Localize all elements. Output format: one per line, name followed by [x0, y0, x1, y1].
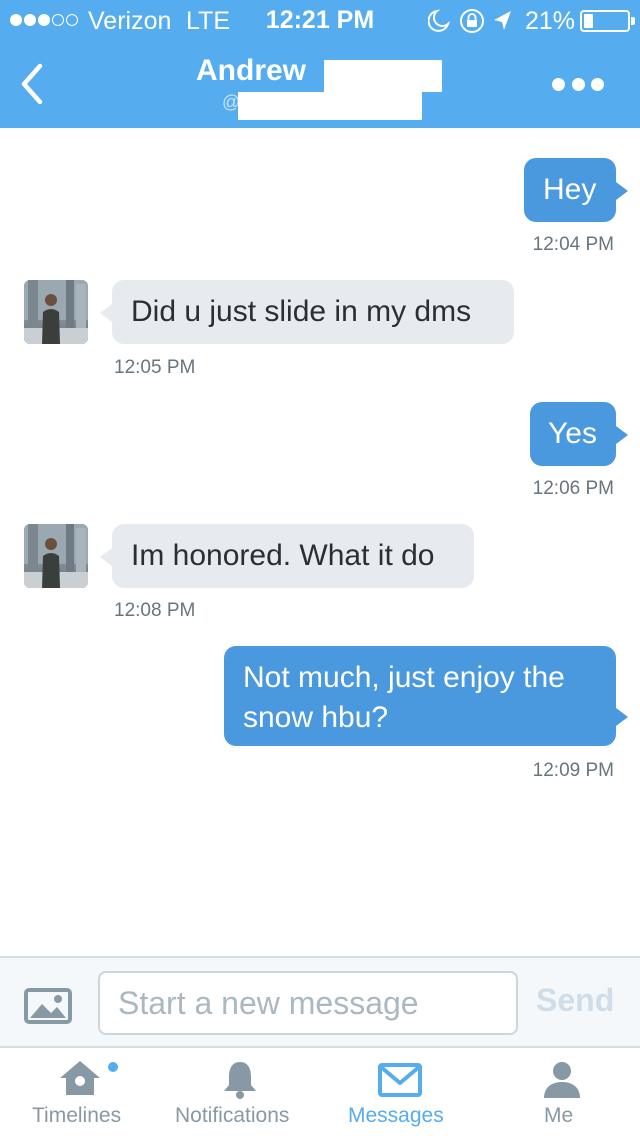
message-timestamp: 12:05 PM	[114, 357, 196, 378]
tab-label: Messages	[348, 1104, 444, 1127]
message-timestamp: 12:06 PM	[532, 478, 614, 499]
battery-icon	[580, 10, 635, 32]
location-arrow-icon	[494, 11, 511, 30]
avatar[interactable]	[24, 524, 88, 588]
message-text: Not much, just enjoy the snow hbu?	[243, 661, 565, 734]
contact-photo	[24, 524, 88, 588]
chevron-left-icon	[21, 63, 43, 105]
add-photo-button[interactable]	[24, 988, 72, 1024]
envelope-icon	[378, 1063, 422, 1097]
incoming-message-bubble[interactable]: Did u just slide in my dms	[112, 280, 514, 344]
send-button[interactable]: Send	[536, 982, 614, 1019]
tab-label: Me	[544, 1104, 574, 1127]
message-timestamp: 12:08 PM	[114, 600, 196, 621]
tab-notifications[interactable]: Notifications	[160, 1048, 320, 1136]
tab-label: Notifications	[175, 1104, 290, 1127]
bubble-tail	[100, 304, 112, 322]
status-indicators	[428, 9, 511, 33]
bubble-tail	[616, 426, 628, 444]
redacted-name-block	[324, 60, 442, 92]
message-text: Hey	[543, 173, 597, 206]
bell-icon	[224, 1062, 256, 1099]
more-options-button[interactable]	[552, 76, 604, 92]
person-icon	[544, 1062, 580, 1098]
tab-label: Timelines	[32, 1104, 122, 1127]
incoming-message-bubble[interactable]: Im honored. What it do	[112, 524, 474, 588]
do-not-disturb-moon-icon	[428, 9, 451, 32]
bubble-tail	[100, 548, 112, 566]
bubble-tail	[616, 182, 628, 200]
bubble-tail	[616, 708, 628, 726]
message-timestamp: 12:04 PM	[532, 234, 614, 255]
more-dots-icon	[552, 77, 565, 91]
contact-name: Andrew	[196, 54, 307, 87]
unread-badge	[108, 1062, 118, 1072]
home-icon	[60, 1061, 100, 1095]
message-timestamp: 12:09 PM	[532, 760, 614, 781]
avatar[interactable]	[24, 280, 88, 344]
photo-icon	[24, 988, 72, 1024]
conversation-header: Andrew @	[0, 40, 640, 128]
message-composer: Send	[0, 956, 640, 1048]
redacted-handle-block	[238, 92, 422, 120]
tab-timelines[interactable]: Timelines	[0, 1048, 160, 1136]
message-text: Yes	[548, 417, 597, 450]
tab-messages[interactable]: Messages	[320, 1048, 480, 1136]
top-bar: Verizon LTE 12:21 PM 21% Andrew @	[0, 0, 640, 128]
contact-photo	[24, 280, 88, 344]
battery-percent: 21%	[525, 7, 576, 35]
outgoing-message-bubble[interactable]: Yes	[530, 402, 616, 466]
rotation-lock-icon	[460, 9, 484, 33]
message-text: Im honored. What it do	[131, 539, 435, 572]
tab-bar: Timelines Notifications Messages Me	[0, 1048, 640, 1136]
status-bar: Verizon LTE 12:21 PM 21%	[0, 0, 640, 40]
message-text: Did u just slide in my dms	[131, 295, 472, 328]
outgoing-message-bubble[interactable]: Not much, just enjoy the snow hbu?	[224, 646, 616, 746]
outgoing-message-bubble[interactable]: Hey	[524, 158, 616, 222]
back-button[interactable]	[10, 56, 56, 112]
message-input[interactable]	[98, 971, 518, 1035]
tab-me[interactable]: Me	[480, 1048, 640, 1136]
